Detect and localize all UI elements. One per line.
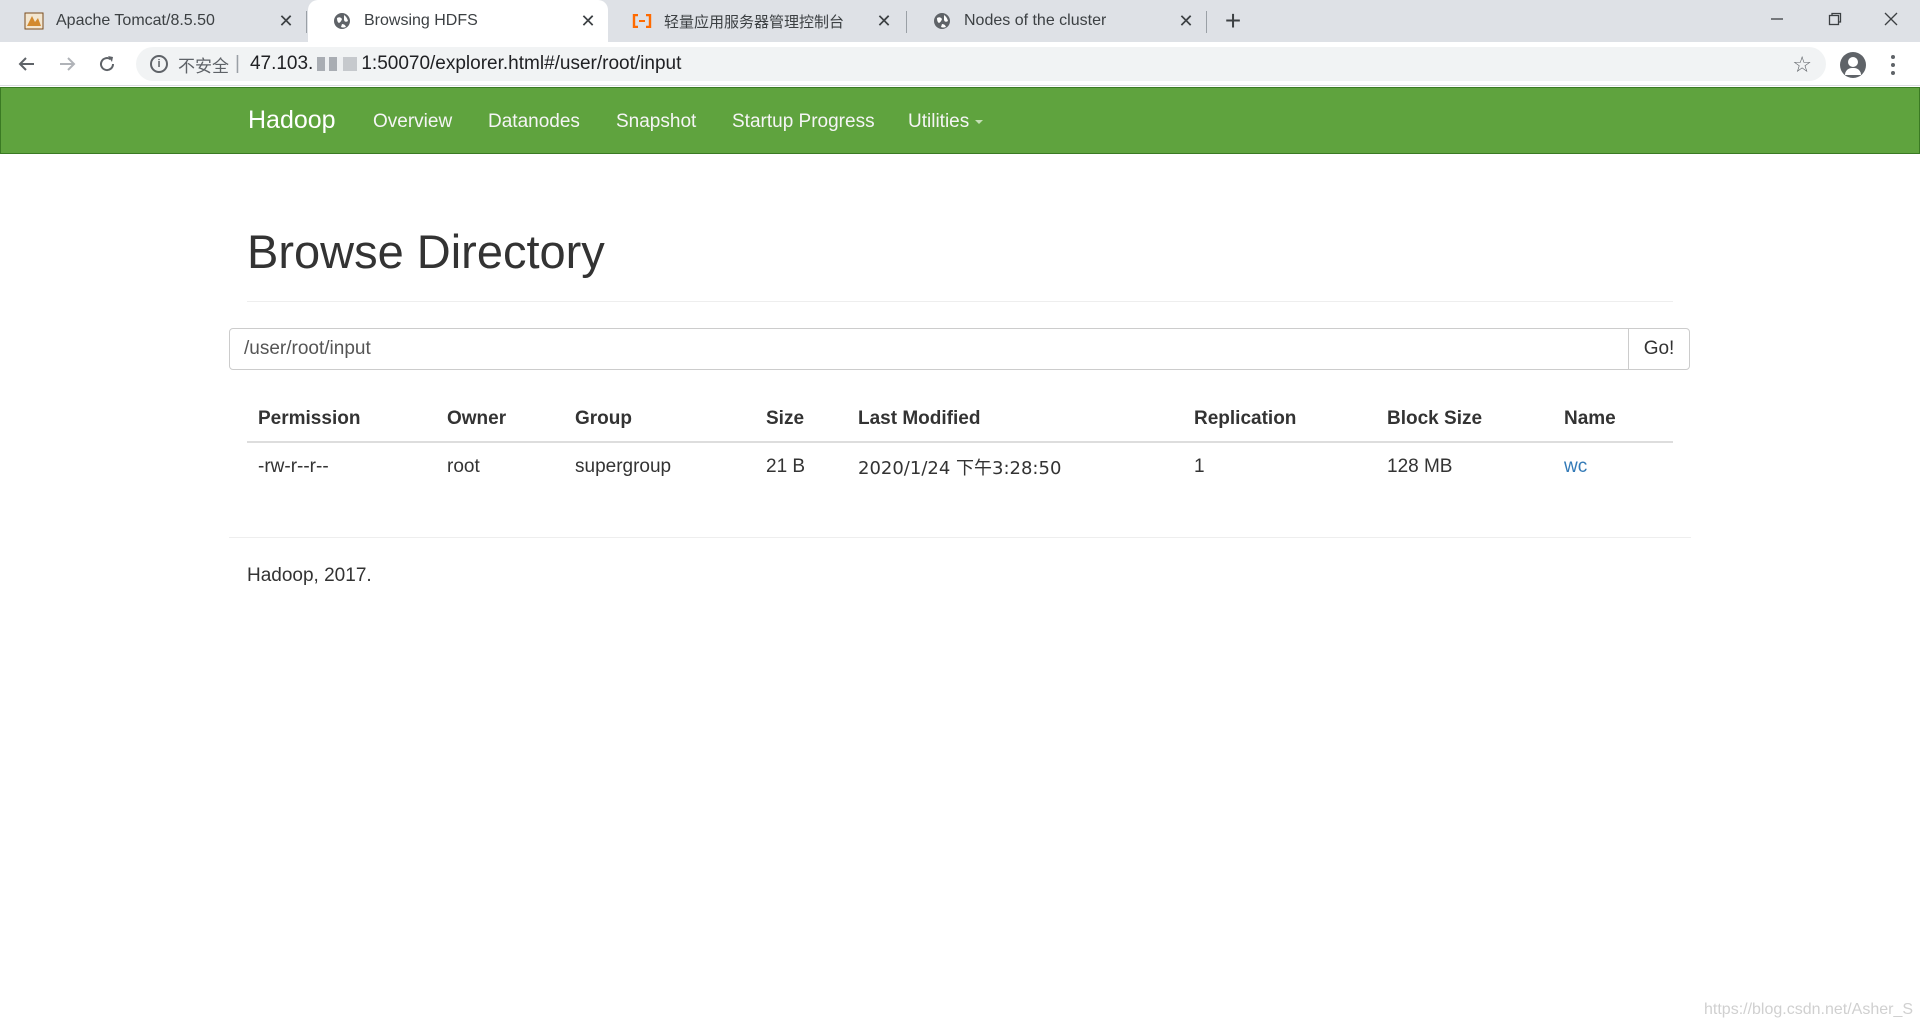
tab-title: Nodes of the cluster	[964, 12, 1107, 29]
browser-tab-strip: Apache Tomcat/8.5.50 ✕ Browsing HDFS ✕ 轻…	[0, 0, 1920, 42]
new-tab-button[interactable]: +	[1220, 5, 1246, 36]
omnibox-divider: |	[235, 53, 240, 74]
back-arrow-icon	[18, 57, 34, 71]
tab-aliyun-console[interactable]: 轻量应用服务器管理控制台 ✕	[608, 0, 904, 42]
nav-snapshot[interactable]: Snapshot	[616, 111, 696, 133]
file-link-wc[interactable]: wc	[1564, 456, 1587, 477]
nav-overview[interactable]: Overview	[373, 111, 452, 133]
table-row: -rw-r--r-- root supergroup 21 B 2020/1/2…	[247, 442, 1673, 490]
restore-icon	[1828, 12, 1842, 26]
cell-name: wc	[1553, 442, 1673, 490]
close-icon[interactable]: ✕	[578, 11, 598, 31]
window-close-button[interactable]	[1862, 0, 1920, 38]
directory-table: Permission Owner Group Size Last Modifie…	[247, 396, 1673, 490]
tab-apache-tomcat[interactable]: Apache Tomcat/8.5.50 ✕	[0, 0, 306, 42]
title-divider	[247, 301, 1673, 302]
address-bar[interactable]: i 不安全 | 47.103. 1:50070/explorer.html#/u…	[136, 47, 1826, 81]
forward-arrow-icon	[60, 57, 76, 71]
directory-path-input[interactable]	[229, 328, 1629, 370]
globe-icon	[932, 11, 952, 31]
bookmark-star-icon[interactable]: ☆	[1792, 52, 1812, 78]
cell-block-size: 128 MB	[1387, 455, 1453, 477]
minimize-button[interactable]	[1748, 0, 1806, 38]
go-button[interactable]: Go!	[1628, 328, 1690, 370]
close-icon[interactable]: ✕	[276, 11, 296, 31]
column-header-size: Size	[755, 396, 847, 443]
column-header-owner: Owner	[436, 396, 564, 443]
column-header-name: Name	[1553, 396, 1673, 443]
cell-last-modified: 2020/1/24 下午3:28:50	[858, 457, 1062, 479]
tab-divider	[1206, 11, 1207, 33]
footer-text: Hadoop, 2017.	[247, 565, 372, 586]
url-redacted	[317, 57, 358, 71]
watermark: https://blog.csdn.net/Asher_S	[1704, 1001, 1914, 1018]
column-header-last-modified: Last Modified	[847, 396, 1183, 443]
browser-toolbar: i 不安全 | 47.103. 1:50070/explorer.html#/u…	[0, 42, 1920, 86]
nav-utilities-dropdown[interactable]: Utilities	[908, 111, 984, 133]
url-prefix: 47.103.	[249, 53, 314, 74]
tomcat-icon	[24, 11, 44, 31]
column-header-permission: Permission	[247, 396, 436, 443]
nav-utilities-label: Utilities	[908, 111, 970, 132]
tab-title: Apache Tomcat/8.5.50	[56, 12, 215, 29]
tab-divider	[906, 11, 907, 33]
back-button[interactable]	[13, 50, 41, 78]
footer-divider	[229, 537, 1691, 538]
security-label: 不安全	[178, 56, 229, 77]
nav-startup-progress[interactable]: Startup Progress	[732, 111, 875, 133]
cell-replication: 1	[1194, 455, 1205, 477]
browser-menu-icon[interactable]	[1886, 52, 1900, 78]
close-icon[interactable]: ✕	[1176, 11, 1196, 31]
cell-owner: root	[447, 455, 480, 477]
restore-button[interactable]	[1806, 0, 1864, 38]
cell-permission: -rw-r--r--	[258, 455, 329, 477]
column-header-replication: Replication	[1183, 396, 1376, 443]
cell-group: supergroup	[575, 455, 672, 477]
forward-button[interactable]	[53, 50, 81, 78]
url-suffix: 1:50070/explorer.html#/user/root/input	[361, 53, 682, 74]
column-header-group: Group	[564, 396, 755, 443]
tab-browsing-hdfs[interactable]: Browsing HDFS ✕	[308, 0, 608, 42]
close-icon[interactable]: ✕	[874, 11, 894, 31]
caret-down-icon	[975, 119, 984, 124]
tab-nodes-of-cluster[interactable]: Nodes of the cluster ✕	[908, 0, 1206, 42]
nav-datanodes[interactable]: Datanodes	[488, 111, 580, 133]
globe-icon	[332, 11, 352, 31]
table-header-row: Permission Owner Group Size Last Modifie…	[247, 396, 1673, 443]
tab-title: 轻量应用服务器管理控制台	[664, 12, 845, 31]
hadoop-navbar: Hadoop Overview Datanodes Snapshot Start…	[0, 87, 1920, 154]
tab-divider	[306, 11, 307, 33]
cell-size: 21 B	[766, 455, 806, 477]
profile-avatar-icon[interactable]	[1840, 52, 1866, 78]
tab-title: Browsing HDFS	[364, 12, 478, 29]
page-title: Browse Directory	[247, 225, 605, 278]
column-header-block-size: Block Size	[1376, 396, 1553, 443]
minimize-icon	[1771, 18, 1783, 20]
reload-icon	[100, 56, 115, 72]
info-icon[interactable]: i	[150, 55, 168, 73]
aliyun-icon	[632, 11, 652, 31]
close-window-icon	[1884, 12, 1898, 26]
brand-logo[interactable]: Hadoop	[248, 106, 336, 135]
reload-button[interactable]	[93, 50, 121, 78]
